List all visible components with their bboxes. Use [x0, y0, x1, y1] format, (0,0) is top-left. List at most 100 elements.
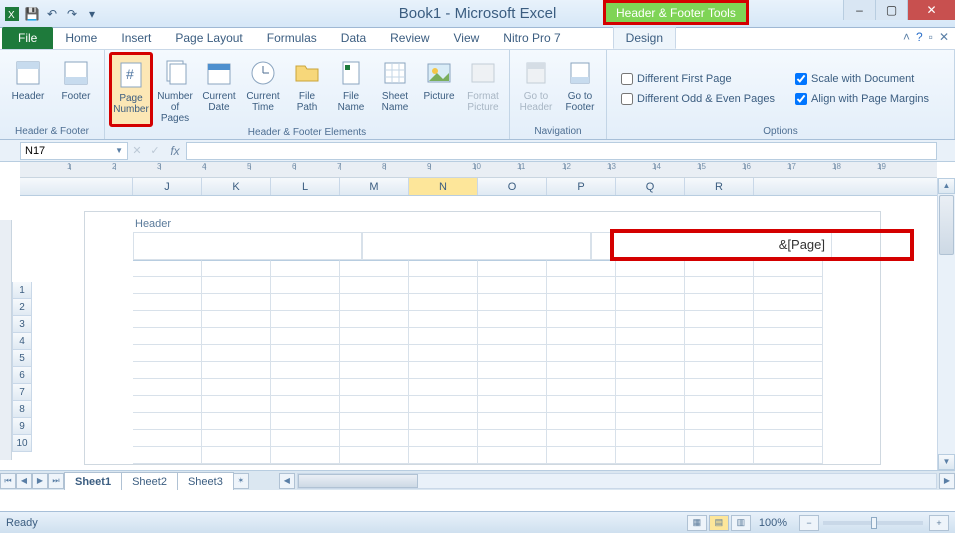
cell[interactable] — [202, 328, 271, 345]
cell[interactable] — [271, 396, 340, 413]
check-align-margins[interactable]: Align with Page Margins — [791, 90, 933, 108]
cell[interactable] — [409, 430, 478, 447]
hscroll-left-icon[interactable]: ◀ — [279, 473, 295, 489]
cell[interactable] — [478, 362, 547, 379]
cell[interactable] — [616, 396, 685, 413]
cell[interactable] — [685, 447, 754, 464]
cell[interactable] — [547, 413, 616, 430]
cell[interactable] — [202, 413, 271, 430]
page-break-view-icon[interactable]: ▥ — [731, 515, 751, 531]
cell[interactable] — [202, 345, 271, 362]
cell[interactable] — [616, 345, 685, 362]
zoom-percent[interactable]: 100% — [759, 517, 787, 529]
cell[interactable] — [754, 379, 823, 396]
cell[interactable] — [202, 396, 271, 413]
cell[interactable] — [340, 328, 409, 345]
scroll-down-icon[interactable]: ▼ — [938, 454, 955, 470]
cell[interactable] — [409, 362, 478, 379]
cell[interactable] — [340, 277, 409, 294]
cell[interactable] — [547, 379, 616, 396]
undo-icon[interactable]: ↶ — [44, 6, 60, 22]
row-header-8[interactable]: 8 — [12, 401, 32, 418]
cell[interactable] — [685, 362, 754, 379]
zoom-slider[interactable] — [823, 521, 923, 525]
cell[interactable] — [616, 447, 685, 464]
cell[interactable] — [616, 294, 685, 311]
prev-sheet-icon[interactable]: ◀ — [16, 473, 32, 489]
vscroll-thumb[interactable] — [939, 195, 954, 255]
cell[interactable] — [133, 362, 202, 379]
cell[interactable] — [409, 294, 478, 311]
cell[interactable] — [409, 413, 478, 430]
col-header-K[interactable]: K — [202, 178, 271, 195]
context-tools-tab[interactable]: Header & Footer Tools — [603, 0, 749, 25]
cell[interactable] — [271, 430, 340, 447]
tab-design[interactable]: Design — [613, 27, 676, 49]
goto-footer-button[interactable]: Go to Footer — [558, 52, 602, 126]
name-box[interactable]: N17 ▼ — [20, 142, 128, 160]
cell[interactable] — [478, 294, 547, 311]
cell[interactable] — [340, 379, 409, 396]
cell[interactable] — [133, 294, 202, 311]
file-name-button[interactable]: File Name — [329, 52, 373, 127]
cell[interactable] — [202, 277, 271, 294]
cell[interactable] — [202, 294, 271, 311]
cell[interactable] — [271, 277, 340, 294]
cell[interactable] — [754, 260, 823, 277]
cell[interactable] — [133, 413, 202, 430]
file-path-button[interactable]: File Path — [285, 52, 329, 127]
number-of-pages-button[interactable]: Number of Pages — [153, 52, 197, 127]
cell[interactable] — [409, 260, 478, 277]
tab-home[interactable]: Home — [53, 27, 109, 49]
cell[interactable] — [616, 430, 685, 447]
save-icon[interactable]: 💾 — [24, 6, 40, 22]
tab-insert[interactable]: Insert — [109, 27, 163, 49]
row-header-5[interactable]: 5 — [12, 350, 32, 367]
cell[interactable] — [685, 345, 754, 362]
picture-button[interactable]: Picture — [417, 52, 461, 127]
zoom-in-icon[interactable]: + — [929, 515, 949, 531]
cells-grid[interactable] — [133, 260, 832, 464]
cell[interactable] — [616, 311, 685, 328]
cell[interactable] — [271, 362, 340, 379]
check-diff-oddeven[interactable]: Different Odd & Even Pages — [617, 90, 779, 108]
row-header-1[interactable]: 1 — [12, 282, 32, 299]
check-diff-first[interactable]: Different First Page — [617, 70, 779, 88]
cell[interactable] — [340, 362, 409, 379]
cell[interactable] — [754, 328, 823, 345]
header-center[interactable] — [362, 232, 591, 260]
tab-formulas[interactable]: Formulas — [255, 27, 329, 49]
cell[interactable] — [340, 430, 409, 447]
normal-view-icon[interactable]: ▦ — [687, 515, 707, 531]
cell[interactable] — [685, 379, 754, 396]
current-date-button[interactable]: Current Date — [197, 52, 241, 127]
cell[interactable] — [202, 311, 271, 328]
cell[interactable] — [616, 328, 685, 345]
cell[interactable] — [340, 447, 409, 464]
cell[interactable] — [754, 362, 823, 379]
cell[interactable] — [478, 413, 547, 430]
cell[interactable] — [202, 447, 271, 464]
cell[interactable] — [409, 277, 478, 294]
cell[interactable] — [340, 345, 409, 362]
tab-page-layout[interactable]: Page Layout — [163, 27, 254, 49]
tab-review[interactable]: Review — [378, 27, 441, 49]
name-box-dropdown-icon[interactable]: ▼ — [115, 146, 123, 155]
scroll-up-icon[interactable]: ▲ — [938, 178, 955, 194]
cell[interactable] — [547, 277, 616, 294]
check-scale-doc[interactable]: Scale with Document — [791, 70, 933, 88]
cell[interactable] — [133, 430, 202, 447]
cell[interactable] — [409, 328, 478, 345]
help-icon[interactable]: ? — [916, 30, 923, 44]
cell[interactable] — [754, 277, 823, 294]
sheet-name-button[interactable]: Sheet Name — [373, 52, 417, 127]
cell[interactable] — [271, 379, 340, 396]
row-header-6[interactable]: 6 — [12, 367, 32, 384]
cell[interactable] — [547, 362, 616, 379]
cell[interactable] — [685, 396, 754, 413]
cell[interactable] — [754, 430, 823, 447]
cell[interactable] — [271, 294, 340, 311]
cell[interactable] — [478, 379, 547, 396]
cell[interactable] — [202, 430, 271, 447]
redo-icon[interactable]: ↷ — [64, 6, 80, 22]
